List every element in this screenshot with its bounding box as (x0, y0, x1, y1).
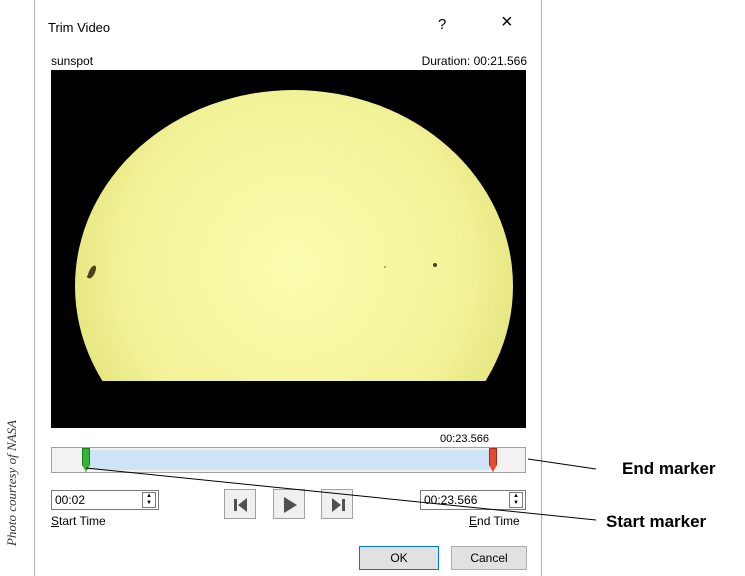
start-marker-callout-line (85, 467, 597, 521)
end-marker-callout-line (527, 458, 597, 470)
start-marker-callout: Start marker (606, 512, 707, 531)
callout-lines (85, 458, 597, 521)
end-marker-callout: End marker (622, 459, 716, 478)
